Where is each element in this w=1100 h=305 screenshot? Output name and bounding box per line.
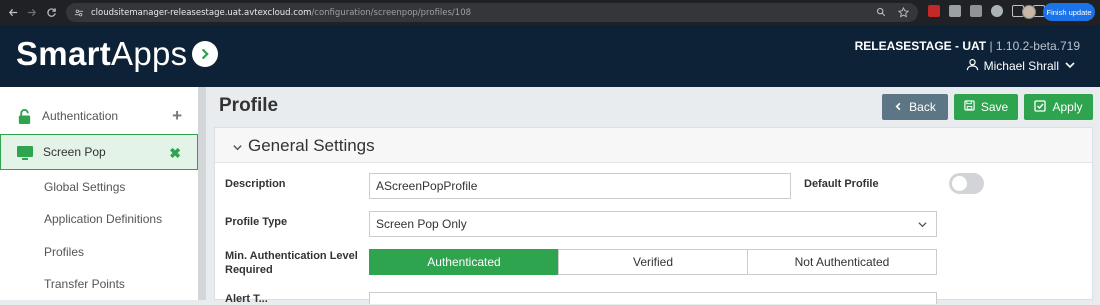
sidebar-subitem-profiles[interactable]: Profiles bbox=[44, 245, 84, 259]
user-name: Michael Shrall bbox=[983, 59, 1059, 73]
chevron-left-icon bbox=[894, 100, 903, 114]
extension-image-icon[interactable] bbox=[970, 5, 982, 17]
description-label: Description bbox=[225, 178, 286, 190]
address-bar[interactable]: cloudsitemanager-releasestage.uat.avtexc… bbox=[66, 3, 918, 22]
expand-plus-icon[interactable]: + bbox=[172, 106, 182, 126]
finish-update-button[interactable]: Finish update bbox=[1043, 3, 1095, 21]
extension-red-icon[interactable] bbox=[928, 5, 940, 17]
auth-option-verified[interactable]: Verified bbox=[558, 249, 748, 275]
chevron-down-icon[interactable] bbox=[232, 140, 243, 158]
sidebar: Authentication + Screen Pop ✖ Global Set… bbox=[0, 87, 198, 300]
back-button[interactable]: Back bbox=[882, 94, 948, 120]
profile-type-select[interactable]: Screen Pop Only bbox=[369, 211, 937, 237]
sidebar-subitem-global-settings[interactable]: Global Settings bbox=[44, 180, 125, 194]
auth-option-not-authenticated[interactable]: Not Authenticated bbox=[747, 249, 937, 275]
auth-option-authenticated[interactable]: Authenticated bbox=[369, 249, 559, 275]
extension-gray-icon[interactable] bbox=[949, 5, 961, 17]
check-square-icon bbox=[1034, 99, 1047, 115]
reload-icon[interactable] bbox=[40, 0, 62, 25]
floppy-disk-icon bbox=[964, 100, 975, 114]
environment-info: RELEASESTAGE - UAT | 1.10.2-beta.719 bbox=[854, 39, 1080, 53]
default-profile-toggle[interactable] bbox=[949, 173, 984, 194]
sidebar-subitem-application-definitions[interactable]: Application Definitions bbox=[44, 212, 162, 226]
monitor-icon bbox=[16, 144, 34, 162]
chevron-down-icon bbox=[917, 219, 928, 233]
section-title: General Settings bbox=[248, 136, 375, 155]
apply-button[interactable]: Apply bbox=[1024, 94, 1093, 120]
user-icon bbox=[966, 58, 979, 74]
chevron-down-icon bbox=[1064, 59, 1076, 74]
sidebar-subitem-transfer-points[interactable]: Transfer Points bbox=[44, 277, 125, 291]
profile-type-label: Profile Type bbox=[225, 216, 288, 228]
brand-logo[interactable]: SmartApps bbox=[16, 35, 187, 73]
page-title: Profile bbox=[219, 95, 279, 116]
sidebar-item-screen-pop[interactable]: Screen Pop ✖ bbox=[0, 134, 198, 170]
save-button[interactable]: Save bbox=[954, 94, 1018, 120]
bookmark-star-icon[interactable] bbox=[896, 5, 910, 19]
extension-chat-icon[interactable] bbox=[991, 5, 1003, 17]
user-menu[interactable]: Michael Shrall bbox=[966, 58, 1076, 74]
general-settings-header[interactable]: General Settings bbox=[215, 128, 1092, 163]
sidebar-scrollbar[interactable] bbox=[198, 87, 206, 300]
zoom-icon[interactable] bbox=[874, 5, 888, 19]
url-text: cloudsitemanager-releasestage.uat.avtexc… bbox=[91, 7, 472, 18]
min-auth-label: Min. Authentication Level Required bbox=[225, 250, 358, 276]
chevron-right-circle-icon[interactable] bbox=[192, 41, 218, 67]
browser-toolbar: cloudsitemanager-releasestage.uat.avtexc… bbox=[0, 0, 1100, 25]
next-field-label: Alert T... bbox=[225, 293, 268, 305]
lock-icon bbox=[15, 107, 33, 125]
default-profile-label: Default Profile bbox=[804, 178, 879, 190]
site-info-icon[interactable] bbox=[72, 6, 86, 20]
sidebar-item-label: Screen Pop bbox=[43, 145, 106, 159]
app-header: SmartApps RELEASESTAGE - UAT | 1.10.2-be… bbox=[0, 25, 1100, 87]
sidebar-item-label: Authentication bbox=[42, 109, 119, 123]
browser-profile-avatar[interactable] bbox=[1022, 5, 1036, 19]
description-input[interactable]: AScreenPopProfile bbox=[369, 173, 791, 199]
collapse-x-icon[interactable]: ✖ bbox=[169, 145, 181, 162]
forward-arrow-icon[interactable] bbox=[20, 0, 42, 25]
next-field-input[interactable] bbox=[369, 292, 937, 304]
sidebar-item-authentication[interactable]: Authentication + bbox=[0, 98, 198, 134]
